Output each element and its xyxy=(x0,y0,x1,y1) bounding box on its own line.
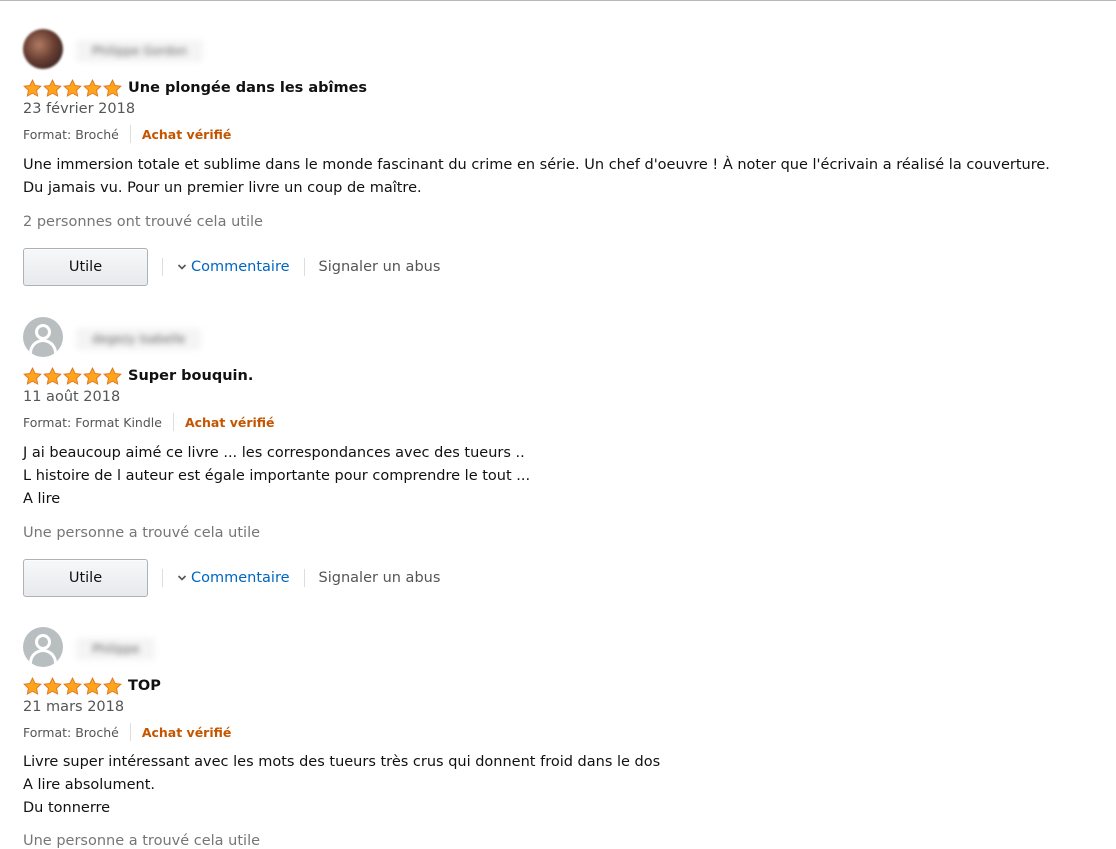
star-icon xyxy=(43,366,62,385)
star-rating[interactable] xyxy=(23,676,122,696)
helpful-count: 2 personnes ont trouvé cela utile xyxy=(23,214,263,230)
star-rating[interactable] xyxy=(23,366,122,386)
useful-button[interactable]: Utile xyxy=(23,248,148,286)
user-icon xyxy=(35,634,51,650)
helpful-count: Une personne a trouvé cela utile xyxy=(23,525,261,541)
star-icon xyxy=(63,78,82,97)
star-icon xyxy=(43,78,62,97)
review-date: 23 février 2018 xyxy=(23,101,136,117)
format-link[interactable]: Format: Format Kindle xyxy=(23,415,162,430)
chevron-down-icon xyxy=(177,575,187,581)
avatar[interactable] xyxy=(23,29,63,69)
review-title[interactable]: Super bouquin. xyxy=(128,368,253,384)
format-link[interactable]: Format: Broché xyxy=(23,127,119,142)
verified-badge: Achat vérifié xyxy=(184,414,275,430)
star-rating[interactable] xyxy=(23,78,122,98)
star-icon xyxy=(23,78,42,97)
body-line: Livre super intéressant avec les mots de… xyxy=(23,754,661,770)
divider xyxy=(162,569,163,587)
star-icon xyxy=(83,78,102,97)
body-line: Du tonnerre xyxy=(23,800,111,816)
useful-button[interactable]: Utile xyxy=(23,559,148,597)
author-name[interactable]: Philippe Gordon xyxy=(76,40,204,62)
star-icon xyxy=(23,676,42,695)
comment-label: Commentaire xyxy=(191,570,290,586)
star-icon xyxy=(63,366,82,385)
star-icon xyxy=(23,366,42,385)
divider xyxy=(162,258,163,276)
star-icon xyxy=(63,676,82,695)
review-author[interactable]: Philippe xyxy=(23,627,1103,667)
body-line: Une immersion totale et sublime dans le … xyxy=(23,157,1050,173)
avatar[interactable] xyxy=(23,317,63,357)
comment-label: Commentaire xyxy=(191,259,290,275)
comment-link[interactable]: Commentaire xyxy=(177,259,290,275)
top-divider xyxy=(0,0,1116,1)
body-line: L histoire de l auteur est égale importa… xyxy=(23,468,531,484)
verified-badge: Achat vérifié xyxy=(141,126,232,142)
author-name[interactable]: Philippe xyxy=(76,638,156,660)
star-icon xyxy=(103,78,122,97)
review-title[interactable]: TOP xyxy=(128,678,161,694)
verified-badge: Achat vérifié xyxy=(141,724,232,740)
star-icon xyxy=(103,676,122,695)
author-name[interactable]: degezy Isabelle xyxy=(76,328,202,350)
review-date: 21 mars 2018 xyxy=(23,699,125,715)
star-icon xyxy=(43,676,62,695)
star-icon xyxy=(103,366,122,385)
body-line: A lire absolument. xyxy=(23,777,156,793)
review-date: 11 août 2018 xyxy=(23,389,121,405)
review-author[interactable]: degezy Isabelle xyxy=(23,317,1103,357)
star-icon xyxy=(83,676,102,695)
comment-link[interactable]: Commentaire xyxy=(177,570,290,586)
divider xyxy=(129,723,131,741)
avatar[interactable] xyxy=(23,627,63,667)
chevron-down-icon xyxy=(177,264,187,270)
review-card: Philippe Gordon Une plongée dans les abî… xyxy=(23,29,1103,289)
star-icon xyxy=(83,366,102,385)
review-card: Philippe TOP 21 mars 2018 Format: Broché… xyxy=(23,627,1103,849)
report-abuse-link[interactable]: Signaler un abus xyxy=(319,259,441,275)
divider xyxy=(172,413,174,431)
body-line: Du jamais vu. Pour un premier livre un c… xyxy=(23,180,422,196)
divider xyxy=(303,258,305,276)
format-link[interactable]: Format: Broché xyxy=(23,725,119,740)
review-title[interactable]: Une plongée dans les abîmes xyxy=(128,80,367,96)
divider xyxy=(303,569,305,587)
report-abuse-link[interactable]: Signaler un abus xyxy=(319,570,441,586)
review-body: Une immersion totale et sublime dans le … xyxy=(23,154,1050,200)
divider xyxy=(129,125,131,143)
review-card: degezy Isabelle Super bouquin. 11 août 2… xyxy=(23,317,1103,599)
body-line: J ai beaucoup aimé ce livre ... les corr… xyxy=(23,445,525,461)
user-icon xyxy=(35,324,51,340)
helpful-count: Une personne a trouvé cela utile xyxy=(23,833,261,849)
body-line: A lire xyxy=(23,491,61,507)
review-body: Livre super intéressant avec les mots de… xyxy=(23,751,660,820)
review-author[interactable]: Philippe Gordon xyxy=(23,29,1103,69)
review-body: J ai beaucoup aimé ce livre ... les corr… xyxy=(23,442,530,511)
